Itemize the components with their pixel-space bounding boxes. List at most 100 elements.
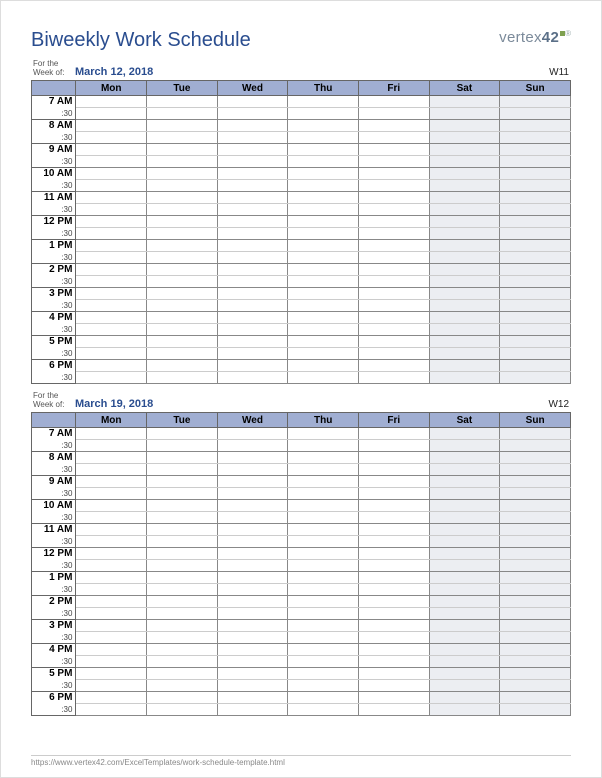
schedule-cell[interactable] [76,132,147,144]
schedule-cell[interactable] [358,192,429,204]
schedule-cell[interactable] [147,644,218,656]
schedule-cell[interactable] [217,108,288,120]
schedule-cell[interactable] [358,360,429,372]
schedule-cell[interactable] [429,96,500,108]
schedule-cell[interactable] [147,180,218,192]
schedule-cell[interactable] [76,500,147,512]
schedule-cell[interactable] [429,108,500,120]
schedule-cell[interactable] [500,548,571,560]
schedule-cell[interactable] [76,312,147,324]
schedule-cell[interactable] [288,312,359,324]
schedule-cell[interactable] [358,656,429,668]
schedule-cell[interactable] [76,252,147,264]
schedule-cell[interactable] [217,584,288,596]
schedule-cell[interactable] [500,476,571,488]
schedule-cell[interactable] [76,204,147,216]
schedule-cell[interactable] [429,704,500,716]
schedule-cell[interactable] [217,168,288,180]
schedule-cell[interactable] [76,120,147,132]
schedule-cell[interactable] [147,252,218,264]
schedule-cell[interactable] [76,596,147,608]
schedule-cell[interactable] [429,228,500,240]
schedule-cell[interactable] [147,500,218,512]
schedule-cell[interactable] [500,632,571,644]
schedule-cell[interactable] [217,96,288,108]
schedule-cell[interactable] [288,120,359,132]
schedule-cell[interactable] [429,488,500,500]
schedule-cell[interactable] [76,180,147,192]
schedule-cell[interactable] [76,536,147,548]
schedule-cell[interactable] [429,620,500,632]
schedule-cell[interactable] [76,620,147,632]
schedule-cell[interactable] [429,452,500,464]
schedule-cell[interactable] [217,144,288,156]
schedule-cell[interactable] [147,548,218,560]
schedule-cell[interactable] [217,500,288,512]
schedule-cell[interactable] [288,632,359,644]
schedule-cell[interactable] [217,192,288,204]
schedule-cell[interactable] [429,596,500,608]
schedule-cell[interactable] [429,120,500,132]
schedule-cell[interactable] [358,96,429,108]
schedule-cell[interactable] [358,300,429,312]
schedule-cell[interactable] [500,192,571,204]
schedule-cell[interactable] [147,620,218,632]
schedule-cell[interactable] [76,584,147,596]
schedule-cell[interactable] [217,336,288,348]
schedule-cell[interactable] [76,216,147,228]
schedule-cell[interactable] [217,312,288,324]
schedule-cell[interactable] [358,620,429,632]
schedule-cell[interactable] [358,156,429,168]
schedule-cell[interactable] [358,120,429,132]
schedule-cell[interactable] [358,336,429,348]
schedule-cell[interactable] [358,216,429,228]
schedule-cell[interactable] [500,252,571,264]
schedule-cell[interactable] [358,348,429,360]
schedule-cell[interactable] [358,644,429,656]
schedule-cell[interactable] [500,608,571,620]
schedule-cell[interactable] [217,464,288,476]
schedule-cell[interactable] [500,264,571,276]
schedule-cell[interactable] [500,656,571,668]
schedule-cell[interactable] [288,204,359,216]
schedule-cell[interactable] [288,252,359,264]
schedule-cell[interactable] [288,276,359,288]
schedule-cell[interactable] [217,560,288,572]
schedule-cell[interactable] [217,452,288,464]
schedule-cell[interactable] [147,120,218,132]
schedule-cell[interactable] [76,656,147,668]
schedule-cell[interactable] [429,300,500,312]
schedule-cell[interactable] [288,608,359,620]
schedule-cell[interactable] [500,120,571,132]
schedule-cell[interactable] [288,180,359,192]
schedule-cell[interactable] [147,240,218,252]
schedule-cell[interactable] [500,572,571,584]
schedule-cell[interactable] [76,548,147,560]
schedule-cell[interactable] [500,240,571,252]
schedule-cell[interactable] [288,156,359,168]
schedule-cell[interactable] [217,180,288,192]
schedule-cell[interactable] [147,632,218,644]
schedule-cell[interactable] [358,264,429,276]
schedule-cell[interactable] [147,216,218,228]
schedule-cell[interactable] [500,560,571,572]
schedule-cell[interactable] [76,228,147,240]
schedule-cell[interactable] [288,620,359,632]
schedule-cell[interactable] [217,228,288,240]
schedule-cell[interactable] [358,276,429,288]
schedule-cell[interactable] [358,180,429,192]
schedule-cell[interactable] [358,204,429,216]
schedule-cell[interactable] [500,288,571,300]
schedule-cell[interactable] [217,132,288,144]
schedule-cell[interactable] [500,464,571,476]
schedule-cell[interactable] [500,524,571,536]
schedule-cell[interactable] [358,536,429,548]
schedule-cell[interactable] [500,276,571,288]
schedule-cell[interactable] [147,452,218,464]
schedule-cell[interactable] [288,96,359,108]
schedule-cell[interactable] [217,668,288,680]
schedule-cell[interactable] [288,144,359,156]
schedule-cell[interactable] [500,668,571,680]
schedule-cell[interactable] [500,428,571,440]
schedule-cell[interactable] [288,192,359,204]
